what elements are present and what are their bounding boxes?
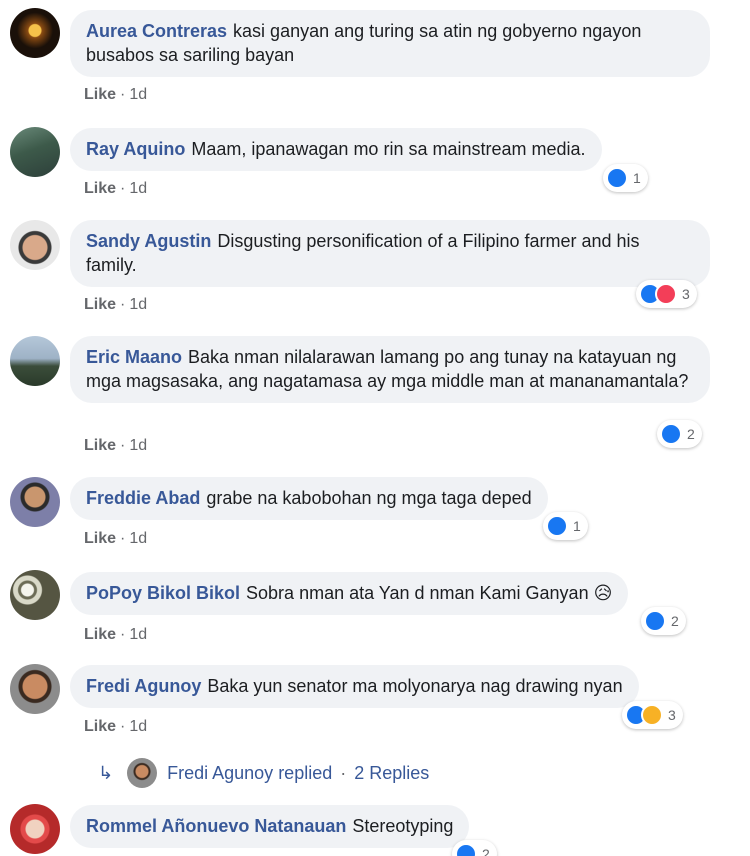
comment-actions: Like · 1d bbox=[84, 718, 148, 735]
comment-bubble: Ray Aquino Maam, ipanawagan mo rin sa mai… bbox=[70, 128, 602, 171]
timestamp[interactable]: 1d bbox=[129, 296, 147, 313]
comment-actions: Like · 1d bbox=[84, 296, 148, 313]
like-reaction-icon bbox=[660, 423, 682, 445]
comment-author[interactable]: Freddie Abad bbox=[86, 488, 200, 508]
reaction-count: 1 bbox=[573, 518, 581, 534]
like-reaction-icon bbox=[606, 167, 628, 189]
comment-actions: Like · 1d bbox=[84, 530, 148, 547]
like-reaction-icon bbox=[644, 610, 666, 632]
like-link[interactable]: Like bbox=[84, 530, 116, 547]
like-reaction-icon bbox=[546, 515, 568, 537]
reply-separator: · bbox=[340, 762, 347, 783]
like-link[interactable]: Like bbox=[84, 296, 116, 313]
reply-avatar bbox=[127, 758, 158, 788]
reaction-count: 2 bbox=[671, 613, 679, 629]
like-link[interactable]: Like bbox=[84, 626, 116, 643]
reaction-summary[interactable]: 2 bbox=[452, 840, 497, 856]
reaction-count: 1 bbox=[633, 170, 641, 186]
reply-action: replied bbox=[278, 762, 333, 783]
reaction-summary[interactable]: 2 bbox=[657, 420, 702, 448]
view-replies-link[interactable]: ↳ Fredi Agunoy replied · 2 Replies bbox=[98, 758, 429, 788]
reaction-count: 3 bbox=[668, 707, 676, 723]
comment-actions: Like · 1d bbox=[84, 437, 148, 454]
avatar[interactable] bbox=[10, 664, 60, 714]
comment-author[interactable]: Ray Aquino bbox=[86, 139, 185, 159]
comment-author[interactable]: PoPoy Bikol Bikol bbox=[86, 583, 240, 603]
reaction-count: 2 bbox=[482, 846, 490, 856]
comment-text: grabe na kabobohan ng mga taga deped bbox=[206, 488, 532, 508]
comment-text: Baka yun senator ma molyonarya nag drawi… bbox=[207, 676, 623, 696]
comment-text: Sobra nman ata Yan d nman Kami Ganyan 😥 bbox=[246, 583, 613, 603]
reaction-summary[interactable]: 2 bbox=[641, 607, 686, 635]
comment-actions: Like · 1d bbox=[84, 180, 148, 197]
comment-author[interactable]: Aurea Contreras bbox=[86, 21, 227, 41]
reaction-count: 3 bbox=[682, 286, 690, 302]
avatar[interactable] bbox=[10, 220, 60, 270]
reply-arrow-icon: ↳ bbox=[98, 762, 114, 783]
like-reaction-icon bbox=[455, 843, 477, 856]
comment-bubble: Eric Maano Baka nman nilalarawan lamang p… bbox=[70, 336, 710, 403]
reply-count: 2 Replies bbox=[354, 762, 430, 783]
comment-bubble: Fredi Agunoy Baka yun senator ma molyonar… bbox=[70, 665, 639, 708]
comment-text: Maam, ipanawagan mo rin sa mainstream me… bbox=[191, 139, 586, 159]
timestamp[interactable]: 1d bbox=[129, 626, 147, 643]
reaction-summary[interactable]: 3 bbox=[636, 280, 697, 308]
like-link[interactable]: Like bbox=[84, 437, 116, 454]
comment-bubble: Aurea Contreras kasi ganyan ang turing sa… bbox=[70, 10, 710, 77]
comment-author[interactable]: Eric Maano bbox=[86, 347, 182, 367]
timestamp[interactable]: 1d bbox=[129, 530, 147, 547]
sad-reaction-icon bbox=[641, 704, 663, 726]
reaction-summary[interactable]: 1 bbox=[603, 164, 648, 192]
timestamp[interactable]: 1d bbox=[129, 718, 147, 735]
avatar[interactable] bbox=[10, 336, 60, 386]
comment-author[interactable]: Sandy Agustin bbox=[86, 231, 211, 251]
reaction-summary[interactable]: 1 bbox=[543, 512, 588, 540]
comment-bubble: Rommel Añonuevo Natanauan Stereotyping bbox=[70, 805, 470, 848]
like-link[interactable]: Like bbox=[84, 718, 116, 735]
timestamp[interactable]: 1d bbox=[129, 437, 147, 454]
like-link[interactable]: Like bbox=[84, 86, 116, 103]
comment-bubble: PoPoy Bikol Bikol Sobra nman ata Yan d nm… bbox=[70, 572, 629, 615]
comment-author[interactable]: Fredi Agunoy bbox=[86, 676, 201, 696]
comment-actions: Like · 1d bbox=[84, 86, 148, 103]
reply-author: Fredi Agunoy bbox=[167, 762, 274, 783]
comment-bubble: Freddie Abad grabe na kabobohan ng mga ta… bbox=[70, 477, 548, 520]
avatar[interactable] bbox=[10, 804, 60, 854]
heart-reaction-icon bbox=[655, 283, 677, 305]
like-link[interactable]: Like bbox=[84, 180, 116, 197]
comment-bubble: Sandy Agustin Disgusting personification … bbox=[70, 220, 710, 287]
reaction-count: 2 bbox=[687, 426, 695, 442]
avatar[interactable] bbox=[10, 8, 60, 58]
comment-text: Stereotyping bbox=[352, 816, 454, 836]
avatar[interactable] bbox=[10, 127, 60, 177]
comment-author[interactable]: Rommel Añonuevo Natanauan bbox=[86, 816, 346, 836]
timestamp[interactable]: 1d bbox=[129, 86, 147, 103]
avatar[interactable] bbox=[10, 570, 60, 620]
comment-actions: Like · 1d bbox=[84, 626, 148, 643]
timestamp[interactable]: 1d bbox=[129, 180, 147, 197]
avatar[interactable] bbox=[10, 477, 60, 527]
reaction-summary[interactable]: 3 bbox=[622, 701, 683, 729]
